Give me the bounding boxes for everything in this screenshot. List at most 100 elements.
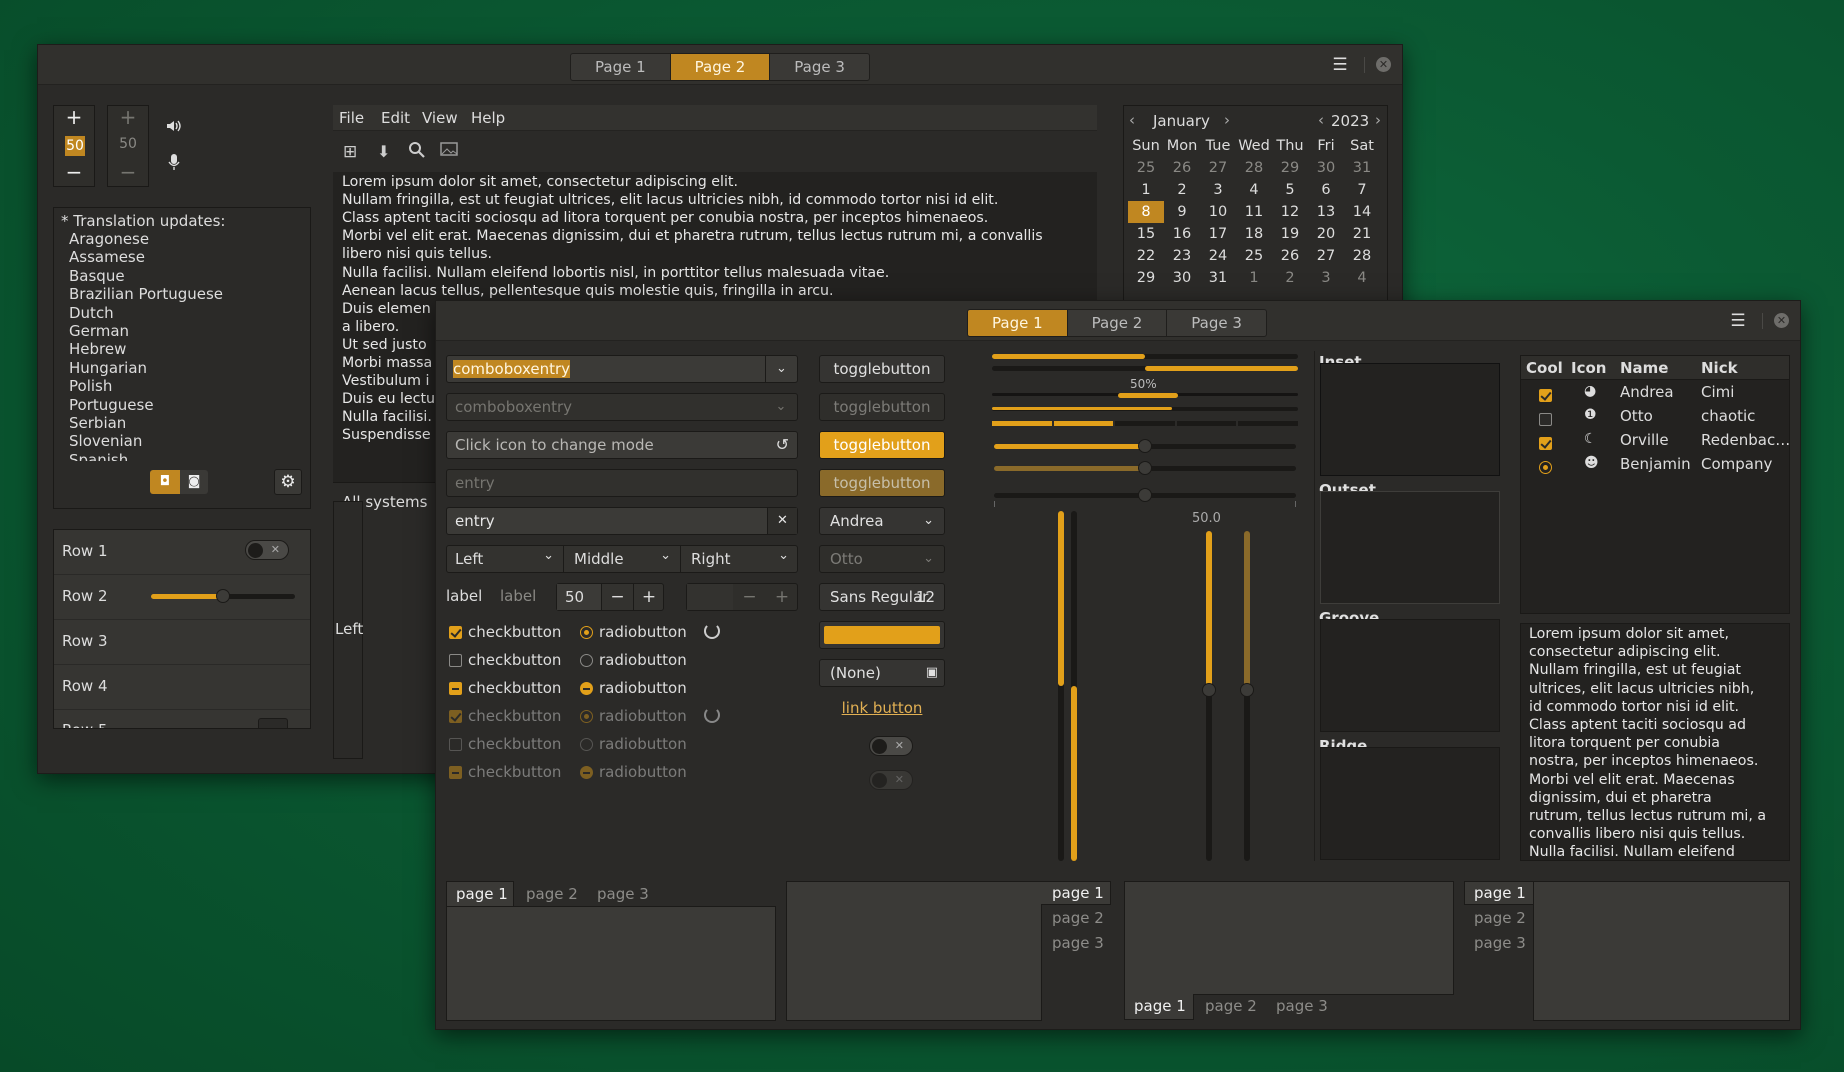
calendar-day[interactable]: 16 (1164, 223, 1200, 245)
back-menu-icon[interactable]: ☰ (1330, 55, 1350, 75)
hscale-1-knob[interactable] (1138, 439, 1152, 453)
check-3[interactable]: checkbutton (449, 679, 561, 697)
calendar-day[interactable]: 18 (1236, 223, 1272, 245)
link-button[interactable]: link button (819, 699, 945, 717)
front-menu-icon[interactable]: ☰ (1728, 311, 1748, 331)
front-tab-page-2[interactable]: Page 2 (1068, 310, 1168, 336)
menu-edit[interactable]: Edit (381, 109, 410, 127)
mode-entry[interactable]: Click icon to change mode ↺ (446, 431, 798, 459)
calendar-day[interactable]: 27 (1308, 245, 1344, 267)
file-chooser-button[interactable]: (None) ▣ (819, 659, 945, 687)
row-5-button[interactable] (258, 718, 288, 728)
spin-minus-button[interactable]: − (601, 584, 633, 610)
spin2-minus-button[interactable]: − (107, 160, 149, 184)
tree-col-nick[interactable]: Nick (1701, 359, 1738, 377)
notebook-right-label-3[interactable]: page 3 (1052, 934, 1104, 952)
calendar-day[interactable]: 15 (1128, 223, 1164, 245)
hscale-2-knob[interactable] (1138, 461, 1152, 475)
translation-item[interactable]: Polish (69, 377, 112, 395)
calendar-day[interactable]: 14 (1344, 201, 1380, 223)
tree-row-3-check[interactable] (1539, 437, 1552, 450)
notebook-top-label-2[interactable]: page 2 (526, 885, 578, 903)
calendar-day[interactable]: 11 (1236, 201, 1272, 223)
tree-col-icon[interactable]: Icon (1571, 359, 1606, 377)
vscale-4-knob[interactable] (1240, 683, 1254, 697)
settings-gear-icon[interactable]: ⚙ (274, 469, 302, 495)
volume-icon[interactable] (166, 119, 182, 133)
row-1-switch[interactable]: ✕ (245, 540, 289, 560)
tree-col-name[interactable]: Name (1620, 359, 1668, 377)
combobox-entry-1[interactable]: comboboxentry ⌄ (446, 355, 798, 383)
calendar-day[interactable]: 10 (1200, 201, 1236, 223)
calendar-day[interactable]: 26 (1164, 157, 1200, 179)
calendar-next-month[interactable]: › (1224, 111, 1230, 129)
calendar-day[interactable]: 19 (1272, 223, 1308, 245)
combo-middle[interactable]: Middle ⌄ (564, 545, 681, 573)
translation-item[interactable]: Serbian (69, 414, 126, 432)
translation-item[interactable]: Brazilian Portuguese (69, 285, 223, 303)
calendar-day[interactable]: 28 (1236, 157, 1272, 179)
calendar-day[interactable]: 4 (1236, 179, 1272, 201)
translation-item[interactable]: Portuguese (69, 396, 154, 414)
calendar-day[interactable]: 26 (1272, 245, 1308, 267)
calendar-day[interactable]: 3 (1308, 267, 1344, 289)
notebook-left-label-2[interactable]: page 2 (1474, 909, 1526, 927)
combo-right[interactable]: Right ⌄ (681, 545, 798, 573)
spin1-value[interactable]: 50 (65, 136, 85, 156)
microphone-icon[interactable] (166, 153, 182, 171)
font-button[interactable]: Sans Regular 12 (819, 583, 945, 611)
download-icon[interactable]: ⬇ (377, 142, 390, 161)
calendar-day[interactable]: 29 (1128, 267, 1164, 289)
calendar-day[interactable]: 31 (1344, 157, 1380, 179)
front-tab-page-3[interactable]: Page 3 (1167, 310, 1266, 336)
radio-1[interactable]: radiobutton (580, 623, 687, 641)
refresh-icon[interactable]: ↺ (776, 432, 789, 458)
calendar-day[interactable]: 22 (1128, 245, 1164, 267)
radio-6[interactable]: radiobutton (580, 763, 687, 781)
calendar-day[interactable]: 5 (1272, 179, 1308, 201)
image-icon[interactable] (440, 142, 458, 162)
back-tab-page-1[interactable]: Page 1 (571, 54, 671, 80)
calendar-day[interactable]: 30 (1308, 157, 1344, 179)
calendar-day[interactable]: 20 (1308, 223, 1344, 245)
combo-otto[interactable]: Otto ⌄ (819, 545, 945, 573)
check-6[interactable]: checkbutton (449, 763, 561, 781)
calendar-day[interactable]: 30 (1164, 267, 1200, 289)
calendar-prev-year[interactable]: ‹ (1318, 111, 1324, 129)
calendar-day[interactable]: 31 (1200, 267, 1236, 289)
calendar-day[interactable]: 28 (1344, 245, 1380, 267)
front-close-icon[interactable]: ✕ (1774, 313, 1789, 328)
menu-view[interactable]: View (422, 109, 458, 127)
hscale-3-knob[interactable] (1138, 488, 1152, 502)
color-button[interactable] (819, 621, 945, 649)
calendar-day[interactable]: 25 (1128, 157, 1164, 179)
radio-5[interactable]: radiobutton (580, 735, 687, 753)
check-4[interactable]: checkbutton (449, 707, 561, 725)
check-1[interactable]: checkbutton (449, 623, 561, 641)
calendar-day[interactable]: 8 (1128, 201, 1164, 223)
back-tab-page-3[interactable]: Page 3 (770, 54, 869, 80)
notebook-bottom-label-2[interactable]: page 2 (1205, 997, 1257, 1015)
tree-row-1-check[interactable] (1539, 389, 1552, 402)
tree-row[interactable]: ◕ Andrea Cimi (1521, 380, 1789, 404)
clear-icon[interactable]: ✕ (767, 508, 797, 534)
calendar-day[interactable]: 1 (1236, 267, 1272, 289)
calendar-day[interactable]: 6 (1308, 179, 1344, 201)
toggle-button-3[interactable]: togglebutton (819, 431, 945, 459)
translation-item[interactable]: German (69, 322, 129, 340)
spin-value[interactable]: 50 (557, 584, 601, 610)
toggle-button-4[interactable]: togglebutton (819, 469, 945, 497)
combobox-entry-2[interactable]: comboboxentry ⌄ (446, 393, 798, 421)
tree-row[interactable]: ☾ Orville Redenbac… (1521, 428, 1790, 452)
spin-disabled-plus[interactable]: + (766, 584, 798, 610)
tree-row[interactable]: ☻ Benjamin Company (1521, 452, 1789, 476)
vscale-3-knob[interactable] (1202, 683, 1216, 697)
back-close-icon[interactable]: ✕ (1376, 57, 1391, 72)
entry-with-clear[interactable]: entry ✕ (446, 507, 798, 535)
notebook-left-label-3[interactable]: page 3 (1474, 934, 1526, 952)
radio-3[interactable]: radiobutton (580, 679, 687, 697)
toggle-button-1[interactable]: togglebutton (819, 355, 945, 383)
photo-toggle-left[interactable]: ◘ (150, 470, 180, 494)
spin1-plus-button[interactable]: + (53, 105, 95, 129)
calendar-prev-month[interactable]: ‹ (1129, 111, 1135, 129)
